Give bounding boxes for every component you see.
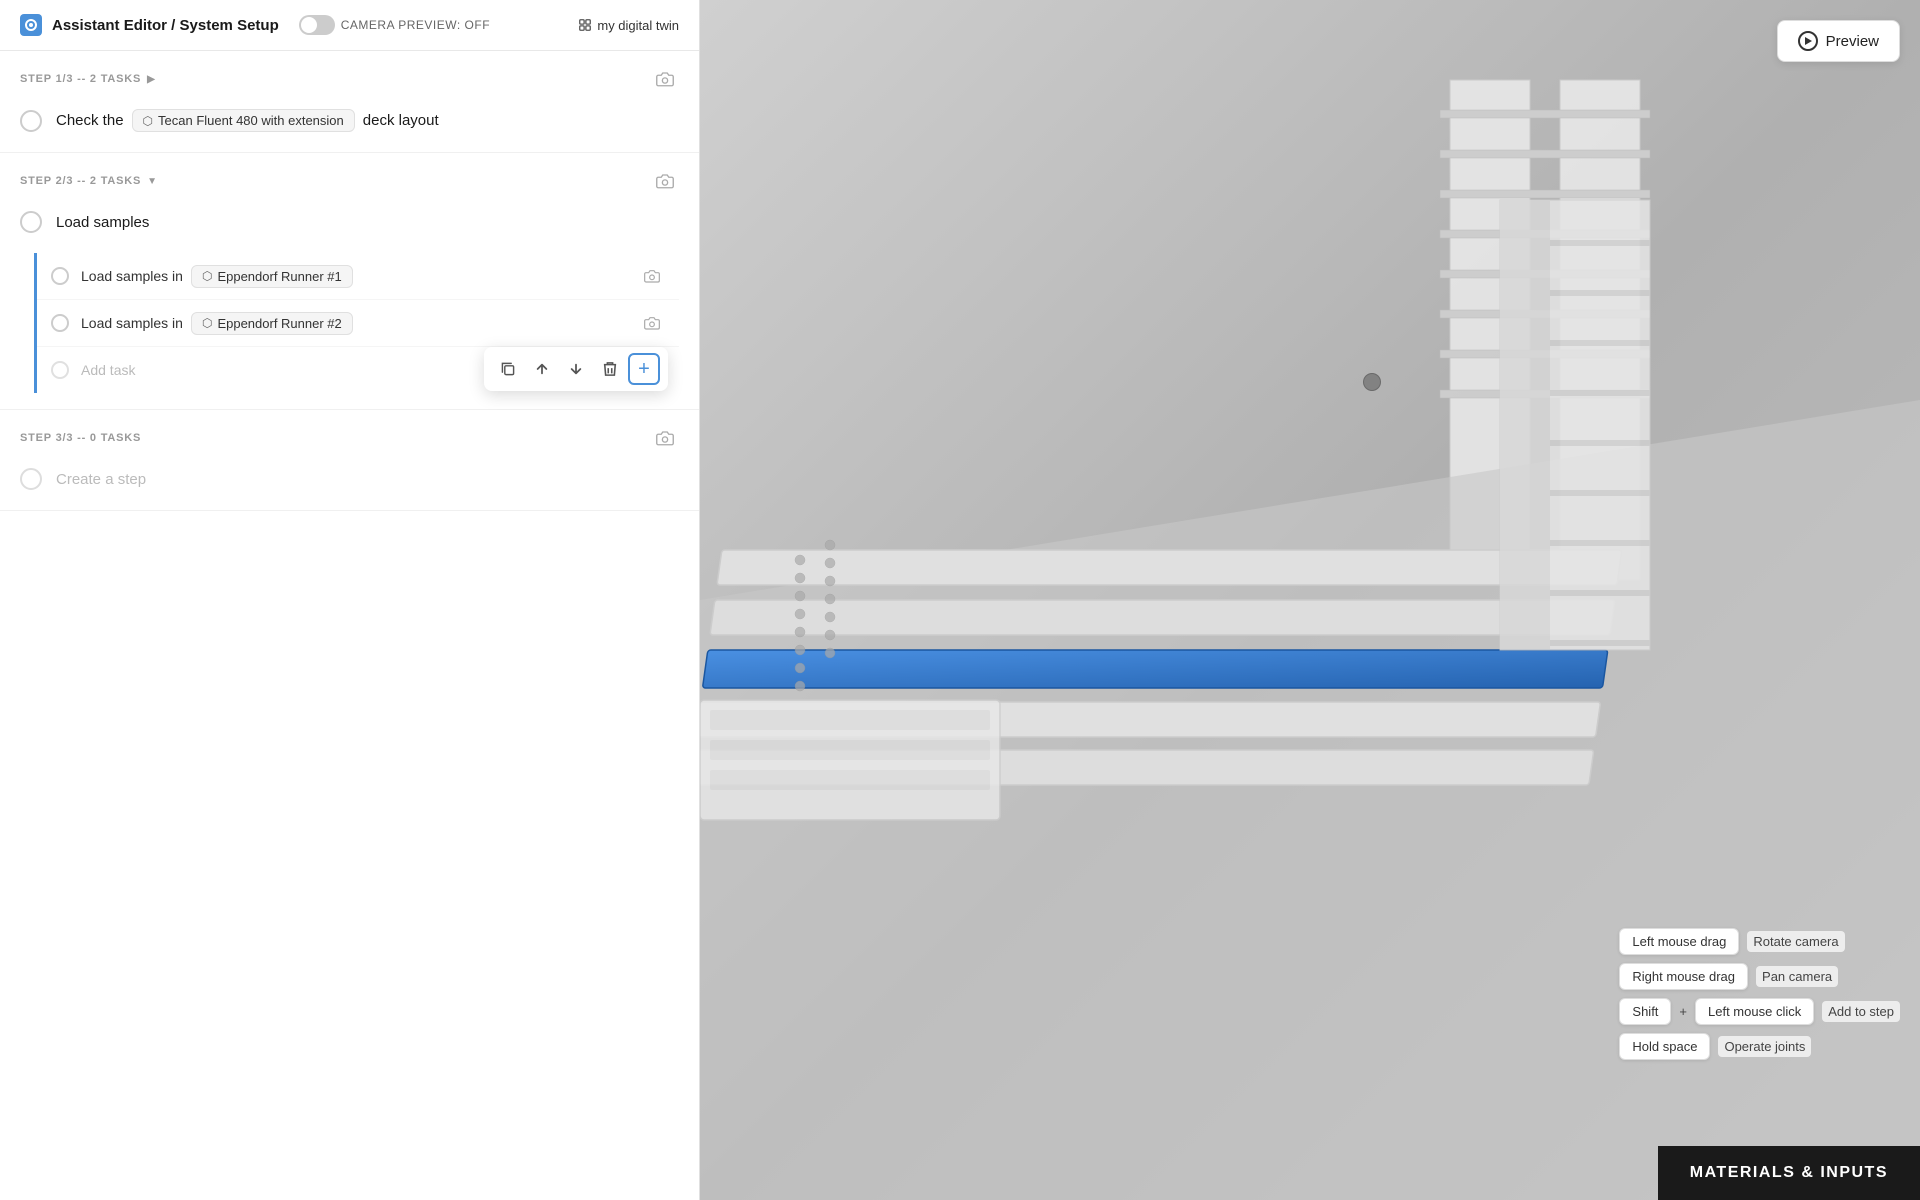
- step-2-radio[interactable]: [20, 211, 42, 233]
- control-row-4: Hold space Operate joints: [1619, 1033, 1900, 1060]
- step-1-task: Check the ⬡ Tecan Fluent 480 with extens…: [0, 97, 699, 152]
- camera-label: CAMERA PREVIEW: OFF: [341, 18, 490, 32]
- eppendorf-2-badge[interactable]: ⬡ Eppendorf Runner #2: [191, 312, 353, 335]
- step-1-section: STEP 1/3 -- 2 TASKS ▶ Check the ⬡ Teca: [0, 51, 699, 153]
- materials-label: MATERIALS & INPUTS: [1690, 1164, 1888, 1181]
- step-3-radio[interactable]: [20, 468, 42, 490]
- plus-separator: +: [1679, 1004, 1687, 1019]
- eppendorf-1-icon: ⬡: [202, 269, 212, 283]
- left-mouse-drag-desc: Rotate camera: [1747, 931, 1844, 952]
- device-badge-icon: ⬡: [143, 114, 153, 128]
- camera-toggle-switch[interactable]: [299, 15, 335, 35]
- step-2-task: Load samples: [0, 199, 699, 253]
- step-3-header: STEP 3/3 -- 0 TASKS: [0, 410, 699, 456]
- header-title: Assistant Editor / System Setup: [52, 17, 279, 34]
- subtask-1-radio[interactable]: [51, 267, 69, 285]
- subtask-1-camera[interactable]: [639, 263, 665, 289]
- step-3-task-text: Create a step: [56, 471, 146, 488]
- step-2-label: STEP 2/3 -- 2 TASKS ▼: [20, 175, 158, 187]
- left-panel: Assistant Editor / System Setup CAMERA P…: [0, 0, 700, 1200]
- step-2-header: STEP 2/3 -- 2 TASKS ▼: [0, 153, 699, 199]
- plus-icon: +: [638, 359, 650, 379]
- add-to-step-desc: Add to step: [1822, 1001, 1900, 1022]
- camera-toggle: CAMERA PREVIEW: OFF: [299, 15, 490, 35]
- header-title-main: System Setup: [180, 17, 279, 34]
- digital-twin-text: my digital twin: [597, 18, 679, 33]
- control-row-2: Right mouse drag Pan camera: [1619, 963, 1900, 990]
- subtask-2-radio[interactable]: [51, 314, 69, 332]
- subtask-2-row: Load samples in ⬡ Eppendorf Runner #2: [37, 300, 679, 347]
- camera-icon-3: [656, 430, 674, 446]
- right-mouse-drag-desc: Pan camera: [1756, 966, 1838, 987]
- step-1-task-text: Check the ⬡ Tecan Fluent 480 with extens…: [56, 109, 439, 132]
- duplicate-icon: [500, 361, 516, 377]
- left-mouse-drag-key: Left mouse drag: [1619, 928, 1739, 955]
- app-logo: [20, 14, 42, 36]
- left-mouse-click-key: Left mouse click: [1695, 998, 1814, 1025]
- preview-label: Preview: [1826, 33, 1879, 50]
- control-row-1: Left mouse drag Rotate camera: [1619, 928, 1900, 955]
- step-1-radio[interactable]: [20, 110, 42, 132]
- controls-legend: Left mouse drag Rotate camera Right mous…: [1619, 928, 1900, 1060]
- hold-space-key: Hold space: [1619, 1033, 1710, 1060]
- right-mouse-drag-key: Right mouse drag: [1619, 963, 1748, 990]
- step-1-camera-btn[interactable]: [651, 65, 679, 93]
- tecan-badge[interactable]: ⬡ Tecan Fluent 480 with extension: [132, 109, 355, 132]
- steps-content: STEP 1/3 -- 2 TASKS ▶ Check the ⬡ Teca: [0, 51, 699, 1200]
- delete-btn[interactable]: [594, 353, 626, 385]
- camera-icon-s2: [644, 316, 660, 330]
- control-row-3: Shift + Left mouse click Add to step: [1619, 998, 1900, 1025]
- link-icon: [578, 18, 592, 32]
- shift-key: Shift: [1619, 998, 1671, 1025]
- step-1-label: STEP 1/3 -- 2 TASKS ▶: [20, 73, 156, 85]
- duplicate-btn[interactable]: [492, 353, 524, 385]
- subtask-1-text: Load samples in ⬡ Eppendorf Runner #1: [81, 265, 627, 288]
- subtask-2-text: Load samples in ⬡ Eppendorf Runner #2: [81, 312, 627, 335]
- materials-inputs-bar[interactable]: MATERIALS & INPUTS: [1658, 1146, 1920, 1200]
- arrow-down-icon: [569, 362, 583, 376]
- add-task-radio[interactable]: [51, 361, 69, 379]
- trash-icon: [603, 361, 617, 377]
- camera-icon: [656, 71, 674, 87]
- step-3-camera-btn[interactable]: [651, 424, 679, 452]
- step-1-header: STEP 1/3 -- 2 TASKS ▶: [0, 51, 699, 97]
- digital-twin-link[interactable]: my digital twin: [578, 18, 679, 33]
- camera-icon-s1: [644, 269, 660, 283]
- step-2-camera-btn[interactable]: [651, 167, 679, 195]
- play-icon: [1798, 31, 1818, 51]
- add-btn[interactable]: +: [628, 353, 660, 385]
- preview-button[interactable]: Preview: [1777, 20, 1900, 62]
- eppendorf-2-icon: ⬡: [202, 316, 212, 330]
- move-up-btn[interactable]: [526, 353, 558, 385]
- step-2-arrow: ▼: [147, 176, 158, 187]
- right-panel[interactable]: Preview Left mouse drag Rotate camera Ri…: [700, 0, 1920, 1200]
- step-3-task: Create a step: [0, 456, 699, 510]
- eppendorf-1-badge[interactable]: ⬡ Eppendorf Runner #1: [191, 265, 353, 288]
- step-2-task-text: Load samples: [56, 214, 149, 231]
- step-3-label: STEP 3/3 -- 0 TASKS: [20, 432, 141, 444]
- app-header: Assistant Editor / System Setup CAMERA P…: [0, 0, 699, 51]
- floating-toolbar: +: [484, 347, 668, 391]
- step-1-arrow: ▶: [147, 74, 156, 85]
- camera-icon-2: [656, 173, 674, 189]
- arrow-up-icon: [535, 362, 549, 376]
- subtask-2-camera[interactable]: [639, 310, 665, 336]
- step-3-section: STEP 3/3 -- 0 TASKS Create a step: [0, 410, 699, 511]
- subtask-1-row: Load samples in ⬡ Eppendorf Runner #1: [37, 253, 679, 300]
- move-down-btn[interactable]: [560, 353, 592, 385]
- hold-space-desc: Operate joints: [1718, 1036, 1811, 1057]
